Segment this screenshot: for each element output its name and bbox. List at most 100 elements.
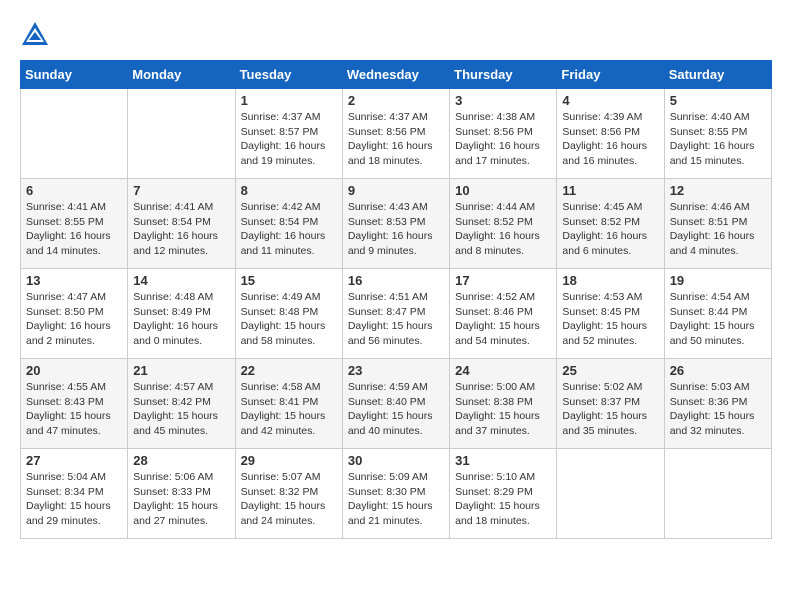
calendar-cell: 20 Sunrise: 4:55 AM Sunset: 8:43 PM Dayli… xyxy=(21,359,128,449)
day-info: Sunrise: 5:06 AM Sunset: 8:33 PM Dayligh… xyxy=(133,470,229,529)
day-info: Sunrise: 4:53 AM Sunset: 8:45 PM Dayligh… xyxy=(562,290,658,349)
logo-icon xyxy=(20,20,50,50)
day-number: 9 xyxy=(348,183,444,198)
calendar-cell: 19 Sunrise: 4:54 AM Sunset: 8:44 PM Dayli… xyxy=(664,269,771,359)
day-info: Sunrise: 4:42 AM Sunset: 8:54 PM Dayligh… xyxy=(241,200,337,259)
day-number: 15 xyxy=(241,273,337,288)
day-info: Sunrise: 5:04 AM Sunset: 8:34 PM Dayligh… xyxy=(26,470,122,529)
calendar-cell xyxy=(664,449,771,539)
calendar-cell: 13 Sunrise: 4:47 AM Sunset: 8:50 PM Dayli… xyxy=(21,269,128,359)
day-info: Sunrise: 4:59 AM Sunset: 8:40 PM Dayligh… xyxy=(348,380,444,439)
calendar-cell: 21 Sunrise: 4:57 AM Sunset: 8:42 PM Dayli… xyxy=(128,359,235,449)
day-info: Sunrise: 4:37 AM Sunset: 8:57 PM Dayligh… xyxy=(241,110,337,169)
calendar-cell: 27 Sunrise: 5:04 AM Sunset: 8:34 PM Dayli… xyxy=(21,449,128,539)
day-number: 22 xyxy=(241,363,337,378)
day-info: Sunrise: 5:02 AM Sunset: 8:37 PM Dayligh… xyxy=(562,380,658,439)
weekday-header-monday: Monday xyxy=(128,61,235,89)
day-number: 17 xyxy=(455,273,551,288)
week-row-3: 13 Sunrise: 4:47 AM Sunset: 8:50 PM Dayli… xyxy=(21,269,772,359)
day-number: 6 xyxy=(26,183,122,198)
day-number: 16 xyxy=(348,273,444,288)
calendar-cell: 4 Sunrise: 4:39 AM Sunset: 8:56 PM Daylig… xyxy=(557,89,664,179)
day-info: Sunrise: 4:49 AM Sunset: 8:48 PM Dayligh… xyxy=(241,290,337,349)
day-number: 11 xyxy=(562,183,658,198)
day-info: Sunrise: 4:40 AM Sunset: 8:55 PM Dayligh… xyxy=(670,110,766,169)
weekday-header-saturday: Saturday xyxy=(664,61,771,89)
calendar-cell: 24 Sunrise: 5:00 AM Sunset: 8:38 PM Dayli… xyxy=(450,359,557,449)
calendar-cell: 15 Sunrise: 4:49 AM Sunset: 8:48 PM Dayli… xyxy=(235,269,342,359)
day-number: 13 xyxy=(26,273,122,288)
calendar-cell: 3 Sunrise: 4:38 AM Sunset: 8:56 PM Daylig… xyxy=(450,89,557,179)
day-number: 19 xyxy=(670,273,766,288)
day-info: Sunrise: 4:37 AM Sunset: 8:56 PM Dayligh… xyxy=(348,110,444,169)
day-number: 5 xyxy=(670,93,766,108)
day-number: 7 xyxy=(133,183,229,198)
weekday-header-sunday: Sunday xyxy=(21,61,128,89)
day-info: Sunrise: 4:55 AM Sunset: 8:43 PM Dayligh… xyxy=(26,380,122,439)
day-number: 8 xyxy=(241,183,337,198)
day-info: Sunrise: 4:58 AM Sunset: 8:41 PM Dayligh… xyxy=(241,380,337,439)
day-info: Sunrise: 4:45 AM Sunset: 8:52 PM Dayligh… xyxy=(562,200,658,259)
calendar-cell: 17 Sunrise: 4:52 AM Sunset: 8:46 PM Dayli… xyxy=(450,269,557,359)
calendar-cell: 26Sunrise: 5:03 AM Sunset: 8:36 PM Dayli… xyxy=(664,359,771,449)
weekday-header-thursday: Thursday xyxy=(450,61,557,89)
day-number: 14 xyxy=(133,273,229,288)
week-row-1: 1 Sunrise: 4:37 AM Sunset: 8:57 PM Daylig… xyxy=(21,89,772,179)
day-number: 25 xyxy=(562,363,658,378)
day-info: Sunrise: 5:00 AM Sunset: 8:38 PM Dayligh… xyxy=(455,380,551,439)
day-info: Sunrise: 4:44 AM Sunset: 8:52 PM Dayligh… xyxy=(455,200,551,259)
day-number: 20 xyxy=(26,363,122,378)
day-info: Sunrise: 4:47 AM Sunset: 8:50 PM Dayligh… xyxy=(26,290,122,349)
day-info: Sunrise: 4:51 AM Sunset: 8:47 PM Dayligh… xyxy=(348,290,444,349)
day-number: 1 xyxy=(241,93,337,108)
day-info: Sunrise: 5:09 AM Sunset: 8:30 PM Dayligh… xyxy=(348,470,444,529)
calendar-cell: 16 Sunrise: 4:51 AM Sunset: 8:47 PM Dayli… xyxy=(342,269,449,359)
day-number: 23 xyxy=(348,363,444,378)
day-info: Sunrise: 5:07 AM Sunset: 8:32 PM Dayligh… xyxy=(241,470,337,529)
day-info: Sunrise: 4:52 AM Sunset: 8:46 PM Dayligh… xyxy=(455,290,551,349)
day-info: Sunrise: 4:57 AM Sunset: 8:42 PM Dayligh… xyxy=(133,380,229,439)
logo xyxy=(20,20,54,50)
week-row-4: 20 Sunrise: 4:55 AM Sunset: 8:43 PM Dayli… xyxy=(21,359,772,449)
calendar-cell: 25 Sunrise: 5:02 AM Sunset: 8:37 PM Dayli… xyxy=(557,359,664,449)
calendar-cell: 22 Sunrise: 4:58 AM Sunset: 8:41 PM Dayli… xyxy=(235,359,342,449)
day-number: 18 xyxy=(562,273,658,288)
calendar-cell: 2Sunrise: 4:37 AM Sunset: 8:56 PM Daylig… xyxy=(342,89,449,179)
calendar-cell: 6 Sunrise: 4:41 AM Sunset: 8:55 PM Daylig… xyxy=(21,179,128,269)
day-info: Sunrise: 5:10 AM Sunset: 8:29 PM Dayligh… xyxy=(455,470,551,529)
day-number: 21 xyxy=(133,363,229,378)
day-number: 26 xyxy=(670,363,766,378)
day-number: 24 xyxy=(455,363,551,378)
week-row-5: 27 Sunrise: 5:04 AM Sunset: 8:34 PM Dayli… xyxy=(21,449,772,539)
calendar-cell: 10 Sunrise: 4:44 AM Sunset: 8:52 PM Dayli… xyxy=(450,179,557,269)
calendar-cell: 8 Sunrise: 4:42 AM Sunset: 8:54 PM Daylig… xyxy=(235,179,342,269)
day-number: 28 xyxy=(133,453,229,468)
calendar-table: SundayMondayTuesdayWednesdayThursdayFrid… xyxy=(20,60,772,539)
day-info: Sunrise: 4:46 AM Sunset: 8:51 PM Dayligh… xyxy=(670,200,766,259)
weekday-header-friday: Friday xyxy=(557,61,664,89)
calendar-cell xyxy=(128,89,235,179)
day-number: 3 xyxy=(455,93,551,108)
day-info: Sunrise: 4:38 AM Sunset: 8:56 PM Dayligh… xyxy=(455,110,551,169)
day-number: 10 xyxy=(455,183,551,198)
calendar-cell: 23 Sunrise: 4:59 AM Sunset: 8:40 PM Dayli… xyxy=(342,359,449,449)
day-info: Sunrise: 4:41 AM Sunset: 8:55 PM Dayligh… xyxy=(26,200,122,259)
calendar-cell: 29Sunrise: 5:07 AM Sunset: 8:32 PM Dayli… xyxy=(235,449,342,539)
day-number: 31 xyxy=(455,453,551,468)
day-info: Sunrise: 4:41 AM Sunset: 8:54 PM Dayligh… xyxy=(133,200,229,259)
calendar-cell: 7 Sunrise: 4:41 AM Sunset: 8:54 PM Daylig… xyxy=(128,179,235,269)
calendar-cell: 9 Sunrise: 4:43 AM Sunset: 8:53 PM Daylig… xyxy=(342,179,449,269)
calendar-cell: 30Sunrise: 5:09 AM Sunset: 8:30 PM Dayli… xyxy=(342,449,449,539)
calendar-cell: 28 Sunrise: 5:06 AM Sunset: 8:33 PM Dayli… xyxy=(128,449,235,539)
day-info: Sunrise: 4:39 AM Sunset: 8:56 PM Dayligh… xyxy=(562,110,658,169)
day-number: 27 xyxy=(26,453,122,468)
day-info: Sunrise: 4:43 AM Sunset: 8:53 PM Dayligh… xyxy=(348,200,444,259)
calendar-cell: 12Sunrise: 4:46 AM Sunset: 8:51 PM Dayli… xyxy=(664,179,771,269)
week-row-2: 6 Sunrise: 4:41 AM Sunset: 8:55 PM Daylig… xyxy=(21,179,772,269)
calendar-cell: 5 Sunrise: 4:40 AM Sunset: 8:55 PM Daylig… xyxy=(664,89,771,179)
calendar-cell xyxy=(21,89,128,179)
calendar-cell: 1 Sunrise: 4:37 AM Sunset: 8:57 PM Daylig… xyxy=(235,89,342,179)
day-number: 4 xyxy=(562,93,658,108)
day-info: Sunrise: 4:54 AM Sunset: 8:44 PM Dayligh… xyxy=(670,290,766,349)
day-info: Sunrise: 4:48 AM Sunset: 8:49 PM Dayligh… xyxy=(133,290,229,349)
